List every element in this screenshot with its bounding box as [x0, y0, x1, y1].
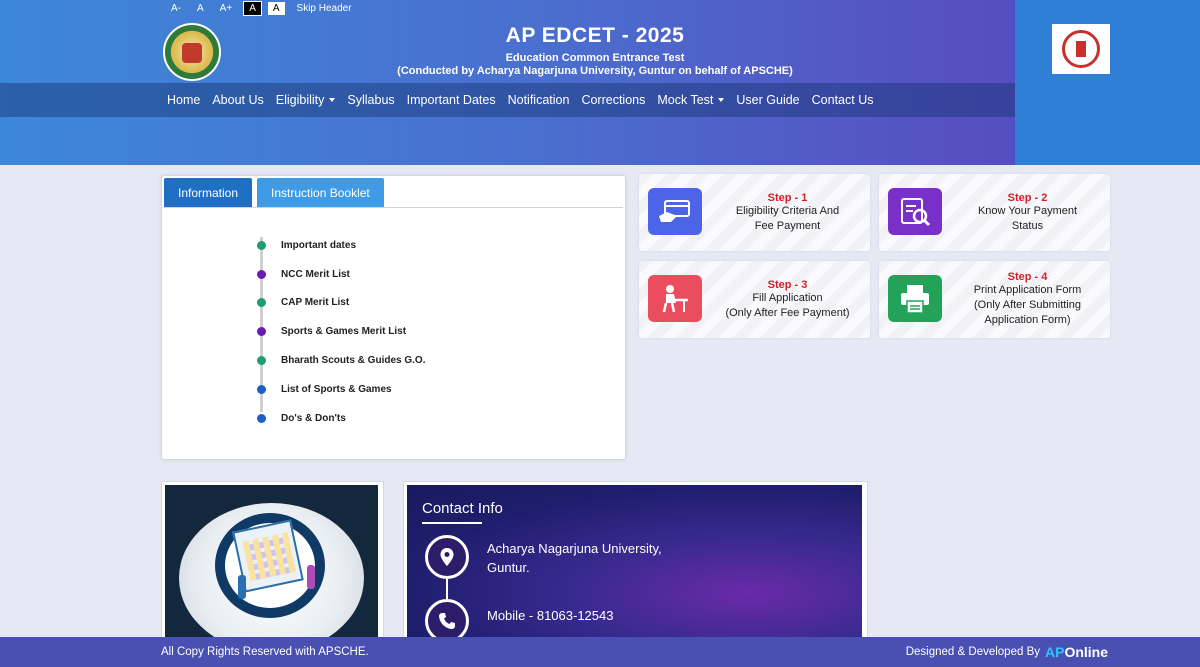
nav-user-guide[interactable]: User Guide — [736, 93, 799, 107]
printer-icon — [888, 275, 942, 322]
nav-mock-test[interactable]: Mock Test — [657, 93, 725, 107]
nav-syllabus[interactable]: Syllabus — [347, 93, 394, 107]
nav-notification[interactable]: Notification — [508, 93, 570, 107]
step-3-desc-line1: Fill Application — [752, 291, 823, 304]
bullet-dot-icon — [257, 413, 266, 423]
list-item[interactable]: Sports & Games Merit List — [256, 317, 425, 346]
bullet-dot-icon — [257, 384, 266, 394]
tab-information[interactable]: Information — [164, 178, 253, 207]
conducted-by-text: (Conducted by Acharya Nagarjuna Universi… — [397, 65, 793, 77]
illustration-box — [161, 481, 384, 641]
step-1-desc-line2: Fee Payment — [754, 219, 821, 232]
contact-mobile: Mobile - 81063-12543 — [487, 608, 614, 623]
nav-important-dates[interactable]: Important Dates — [407, 93, 496, 107]
nav-contact-us[interactable]: Contact Us — [812, 93, 874, 107]
bullet-dot-icon — [257, 240, 266, 250]
step-3-title: Step - 3 — [767, 278, 808, 291]
step-4-title: Step - 4 — [1007, 271, 1048, 283]
list-item[interactable]: NCC Merit List — [256, 260, 425, 289]
tab-instruction-booklet[interactable]: Instruction Booklet — [257, 178, 384, 207]
accessibility-bar: A- A A+ A A Skip Header — [0, 0, 352, 16]
address-line-1: Acharya Nagarjuna University, — [487, 541, 662, 556]
info-link-cap-merit-list[interactable]: CAP Merit List — [281, 297, 349, 308]
step-4-desc-line3: Application Form) — [984, 314, 1071, 326]
font-decrease-button[interactable]: A- — [166, 2, 186, 15]
page-title: AP EDCET - 2025 — [505, 24, 685, 47]
information-panel: Information Instruction Booklet Importan… — [161, 175, 626, 460]
contact-address: Acharya Nagarjuna University, Guntur. — [487, 539, 662, 577]
person-writing-icon — [648, 275, 702, 322]
info-link-sports-merit-list[interactable]: Sports & Games Merit List — [281, 326, 406, 337]
bullet-dot-icon — [257, 327, 266, 337]
nav-about-us[interactable]: About Us — [212, 93, 263, 107]
skip-header-link[interactable]: Skip Header — [297, 3, 352, 14]
info-link-scouts-guides[interactable]: Bharath Scouts & Guides G.O. — [281, 355, 425, 366]
chevron-down-icon — [329, 98, 336, 102]
step-2-title: Step - 2 — [1007, 191, 1048, 204]
location-pin-icon — [425, 535, 469, 579]
calendar-illustration — [165, 485, 378, 640]
step-4-desc-line2: (Only After Submitting — [974, 299, 1081, 311]
step-1-desc-line1: Eligibility Criteria And — [735, 204, 840, 217]
bullet-dot-icon — [257, 356, 266, 366]
aponline-logo[interactable]: APOnline — [1045, 644, 1108, 660]
info-timeline: Important dates NCC Merit List CAP Merit… — [256, 231, 425, 433]
info-link-important-dates[interactable]: Important dates — [281, 240, 356, 251]
dark-theme-button[interactable]: A — [243, 0, 262, 16]
page-subtitle: Education Common Entrance Test — [505, 52, 685, 64]
person-icon — [238, 575, 246, 599]
font-normal-button[interactable]: A — [192, 2, 209, 15]
step-4-desc-line1: Print Application Form — [973, 284, 1082, 296]
info-link-dos-donts[interactable]: Do's & Don'ts — [281, 413, 346, 424]
info-link-ncc-merit-list[interactable]: NCC Merit List — [281, 269, 350, 280]
bullet-dot-icon — [257, 269, 266, 279]
phone-icon — [425, 599, 469, 640]
list-item[interactable]: Important dates — [256, 231, 425, 260]
step-1-card[interactable]: Step - 1 Eligibility Criteria And Fee Pa… — [639, 174, 870, 251]
list-item[interactable]: Do's & Don'ts — [256, 404, 425, 433]
contact-title: Contact Info — [422, 500, 503, 517]
step-2-desc-line1: Know Your Payment — [977, 204, 1078, 217]
light-theme-button[interactable]: A — [267, 1, 285, 15]
bullet-dot-icon — [257, 298, 266, 308]
nav-eligibility[interactable]: Eligibility — [276, 93, 336, 107]
info-tabs: Information Instruction Booklet — [164, 178, 384, 207]
list-item[interactable]: Bharath Scouts & Guides G.O. — [256, 346, 425, 375]
main-nav: Home About Us Eligibility Syllabus Impor… — [0, 83, 1015, 117]
step-2-card[interactable]: Step - 2 Know Your Payment Status — [879, 174, 1110, 251]
nav-home[interactable]: Home — [167, 93, 200, 107]
search-document-icon — [888, 188, 942, 235]
developer-credit: Designed & Developed By APOnline — [906, 644, 1108, 660]
chevron-down-icon — [718, 98, 725, 102]
university-logo — [163, 23, 221, 81]
step-1-title: Step - 1 — [767, 191, 808, 204]
step-3-desc-line2: (Only After Fee Payment) — [725, 306, 850, 319]
site-header: A- A A+ A A Skip Header AP EDCET - 2025 … — [0, 0, 1200, 165]
step-3-card[interactable]: Step - 3 Fill Application (Only After Fe… — [639, 261, 870, 338]
list-item[interactable]: CAP Merit List — [256, 289, 425, 318]
step-2-desc-line2: Status — [1011, 219, 1044, 232]
list-item[interactable]: List of Sports & Games — [256, 375, 425, 404]
font-increase-button[interactable]: A+ — [215, 2, 238, 15]
address-line-2: Guntur. — [487, 560, 530, 575]
seal-icon — [1062, 30, 1100, 68]
step-4-card[interactable]: Step - 4 Print Application Form (Only Af… — [879, 261, 1110, 338]
title-underline — [422, 522, 482, 524]
contact-info-box: Contact Info Acharya Nagarjuna Universit… — [403, 481, 868, 641]
nav-corrections[interactable]: Corrections — [581, 93, 645, 107]
designed-by-text: Designed & Developed By — [905, 646, 1040, 658]
card-payment-icon — [648, 188, 702, 235]
header-title-block: AP EDCET - 2025 Education Common Entranc… — [330, 24, 860, 77]
tabs-divider — [164, 207, 623, 208]
info-link-sports-list[interactable]: List of Sports & Games — [281, 384, 392, 395]
person-icon — [307, 565, 315, 589]
copyright-text: All Copy Rights Reserved with APSCHE. — [161, 646, 369, 658]
site-footer: All Copy Rights Reserved with APSCHE. De… — [0, 637, 1200, 667]
apsche-logo — [1052, 24, 1110, 74]
